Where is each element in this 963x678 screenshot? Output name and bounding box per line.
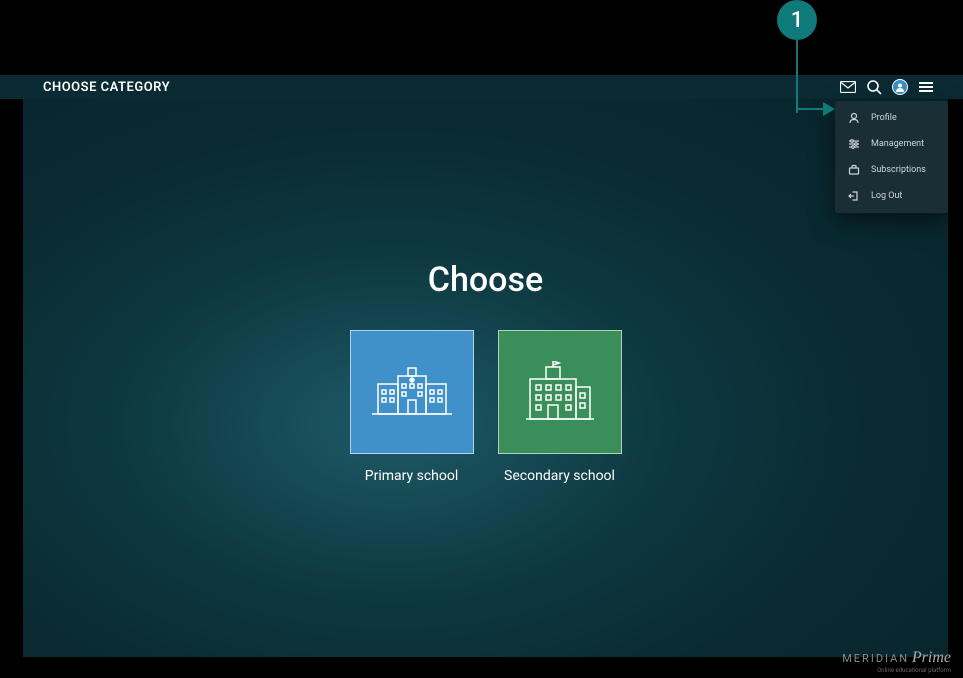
avatar-icon[interactable] bbox=[892, 79, 908, 95]
profile-icon bbox=[847, 111, 861, 125]
annotation-badge: 1 bbox=[777, 0, 817, 40]
dropdown-label: Subscriptions bbox=[871, 165, 926, 175]
footer-prime: Prime bbox=[912, 649, 951, 666]
hamburger-menu-icon[interactable] bbox=[918, 79, 934, 95]
category-cards: Primary school Secondary school bbox=[23, 330, 948, 484]
dropdown-label: Log Out bbox=[871, 191, 902, 201]
category-card-primary: Primary school bbox=[350, 330, 474, 484]
primary-school-button[interactable] bbox=[350, 330, 474, 454]
choose-heading: Choose bbox=[23, 260, 948, 300]
primary-school-building-icon bbox=[372, 364, 452, 420]
app-header: CHOOSE CATEGORY bbox=[23, 75, 948, 99]
sliders-icon bbox=[847, 137, 861, 151]
dropdown-item-subscriptions[interactable]: Subscriptions bbox=[835, 157, 948, 183]
main-content: Choose Prim bbox=[23, 160, 948, 484]
dropdown-item-management[interactable]: Management bbox=[835, 131, 948, 157]
secondary-school-button[interactable] bbox=[498, 330, 622, 454]
card-label: Secondary school bbox=[504, 468, 615, 484]
footer-tagline: Online educational platform bbox=[842, 667, 951, 674]
annotation-line bbox=[796, 38, 798, 113]
dropdown-label: Management bbox=[871, 139, 924, 149]
footer-brand: MERIDIAN bbox=[842, 652, 909, 665]
search-icon[interactable] bbox=[866, 79, 882, 95]
briefcase-icon bbox=[847, 163, 861, 177]
dropdown-item-profile[interactable]: Profile bbox=[835, 105, 948, 131]
category-card-secondary: Secondary school bbox=[498, 330, 622, 484]
logout-icon bbox=[847, 189, 861, 203]
footer-logo: MERIDIAN Prime Online educational platfo… bbox=[842, 649, 951, 674]
user-dropdown-menu: Profile Management Subscriptions Log Out bbox=[835, 101, 948, 213]
header-bg-right bbox=[948, 75, 963, 99]
secondary-school-building-icon bbox=[526, 361, 594, 423]
header-bg-left bbox=[0, 75, 23, 99]
header-icons bbox=[840, 79, 934, 95]
page-title: CHOOSE CATEGORY bbox=[43, 80, 170, 95]
dropdown-item-logout[interactable]: Log Out bbox=[835, 183, 948, 209]
annotation-number: 1 bbox=[791, 8, 804, 33]
annotation-arrowhead bbox=[823, 102, 835, 116]
dropdown-label: Profile bbox=[871, 113, 897, 123]
mail-icon[interactable] bbox=[840, 79, 856, 95]
card-label: Primary school bbox=[365, 468, 458, 484]
